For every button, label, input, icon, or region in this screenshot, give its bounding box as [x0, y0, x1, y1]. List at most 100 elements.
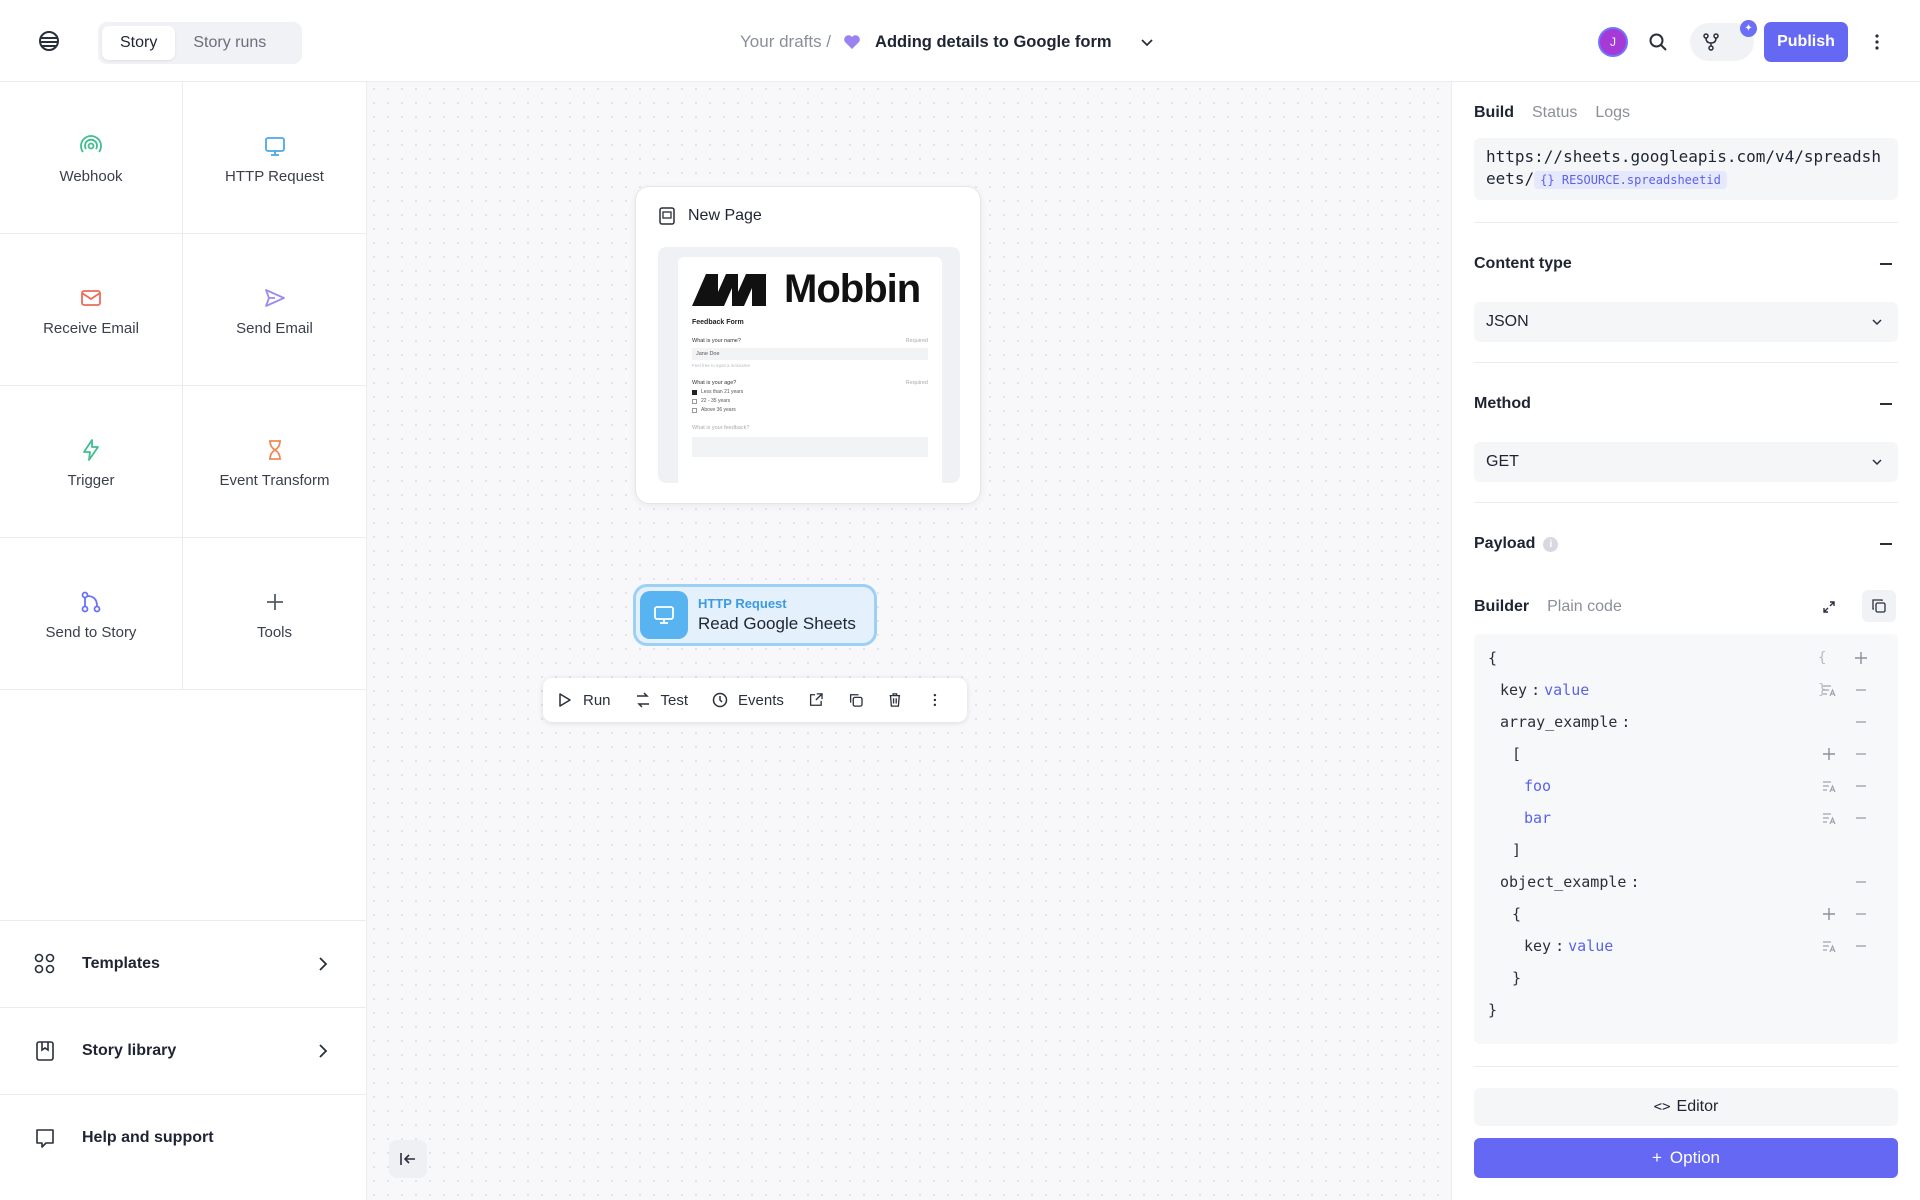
- action-node-http-request[interactable]: HTTP Request Read Google Sheets: [633, 584, 877, 646]
- add-icon[interactable]: [1820, 738, 1838, 770]
- action-http-request[interactable]: HTTP Request: [183, 82, 366, 234]
- branch-icon: [81, 591, 101, 613]
- chat-icon: [36, 1129, 54, 1148]
- export-icon[interactable]: [808, 691, 824, 709]
- tab-story[interactable]: Story: [102, 26, 176, 60]
- payload-section[interactable]: Payload i: [1474, 534, 1898, 554]
- test-label: Test: [660, 691, 689, 709]
- story-title[interactable]: Adding details to Google form: [875, 33, 1112, 52]
- tab-logs[interactable]: Logs: [1595, 104, 1630, 122]
- trash-icon[interactable]: [887, 691, 903, 709]
- tab-status[interactable]: Status: [1532, 104, 1577, 122]
- url-field[interactable]: https://sheets.googleapis.com/v4/spreads…: [1474, 138, 1898, 200]
- add-option-button[interactable]: + Option: [1474, 1138, 1898, 1178]
- tab-build[interactable]: Build: [1474, 104, 1514, 122]
- payload-key: array_example: [1500, 713, 1618, 731]
- remove-icon[interactable]: [1852, 674, 1870, 706]
- breadcrumb: Your drafts / Adding details to Google f…: [740, 30, 1154, 54]
- expand-icon[interactable]: [1822, 600, 1836, 614]
- version-button[interactable]: ✦: [1690, 20, 1757, 61]
- code-line[interactable]: bar: [1474, 802, 1898, 834]
- action-receive-email[interactable]: Receive Email: [0, 234, 183, 386]
- code-line: }: [1512, 969, 1522, 987]
- form-question: What is your feedback?: [692, 425, 928, 431]
- mobbin-logo-icon: [692, 274, 766, 306]
- tab-story-runs[interactable]: Story runs: [175, 26, 284, 60]
- editor-button[interactable]: <> Editor: [1474, 1088, 1898, 1126]
- code-line[interactable]: key: value: [1474, 674, 1898, 706]
- brand-logo: Mobbin: [692, 267, 928, 311]
- action-send-to-story[interactable]: Send to Story: [0, 538, 183, 690]
- collapse-icon[interactable]: [1880, 543, 1892, 545]
- remove-icon[interactable]: [1852, 770, 1870, 802]
- app-logo-icon[interactable]: [38, 30, 60, 52]
- collapse-sidebar-button[interactable]: [389, 1140, 427, 1178]
- formula-tag[interactable]: {} RESOURCE.spreadsheetid: [1534, 170, 1727, 189]
- content-type-select[interactable]: JSON: [1474, 302, 1898, 342]
- add-icon[interactable]: [1820, 898, 1838, 930]
- clock-icon: [712, 692, 728, 708]
- grid-icon: [34, 953, 55, 974]
- method-section[interactable]: Method: [1474, 394, 1898, 414]
- page-card[interactable]: New Page Mobbin Feedback Form What is yo…: [635, 186, 981, 504]
- action-label: Tools: [256, 624, 293, 641]
- code-line[interactable]: array_example:: [1474, 706, 1898, 738]
- avatar[interactable]: J: [1598, 27, 1628, 57]
- code-line[interactable]: key: value: [1474, 930, 1898, 962]
- action-webhook[interactable]: Webhook: [0, 82, 183, 234]
- text-format-icon[interactable]: [1820, 674, 1838, 706]
- story-canvas[interactable]: New Page Mobbin Feedback Form What is yo…: [367, 82, 1451, 1200]
- remove-icon[interactable]: [1852, 866, 1870, 898]
- chevron-down-icon[interactable]: [1140, 35, 1154, 49]
- action-label: Trigger: [67, 472, 115, 489]
- action-trigger[interactable]: Trigger: [0, 386, 183, 538]
- breadcrumb-root[interactable]: Your drafts /: [740, 32, 831, 52]
- events-label: Events: [738, 691, 784, 709]
- form-input: Jane Doe: [692, 348, 928, 360]
- payload-mode-tabs: Builder Plain code: [1474, 598, 1640, 616]
- method-select[interactable]: GET: [1474, 442, 1898, 482]
- action-tools[interactable]: Tools: [183, 538, 366, 690]
- collapse-icon[interactable]: [1880, 263, 1892, 265]
- search-icon[interactable]: [1648, 32, 1668, 52]
- publish-button[interactable]: Publish: [1764, 22, 1848, 62]
- nav-templates[interactable]: Templates: [0, 920, 366, 1007]
- divider: [1474, 1066, 1898, 1067]
- required-label: Required: [905, 338, 928, 344]
- braces-icon[interactable]: { }: [1818, 642, 1836, 698]
- events-button[interactable]: Events: [712, 692, 784, 709]
- remove-icon[interactable]: [1852, 706, 1870, 738]
- more-options-icon[interactable]: [927, 691, 943, 709]
- test-icon: [636, 692, 649, 708]
- content-type-section[interactable]: Content type: [1474, 254, 1898, 274]
- copy-button[interactable]: [1862, 590, 1896, 622]
- text-format-icon[interactable]: [1820, 770, 1838, 802]
- remove-icon[interactable]: [1852, 930, 1870, 962]
- section-label: Payload: [1474, 535, 1536, 552]
- info-icon[interactable]: i: [1543, 536, 1559, 552]
- collapse-icon[interactable]: [1880, 403, 1892, 405]
- remove-icon[interactable]: [1852, 738, 1870, 770]
- run-button[interactable]: Run: [557, 692, 611, 709]
- remove-icon[interactable]: [1852, 802, 1870, 834]
- code-line[interactable]: object_example:: [1474, 866, 1898, 898]
- collapse-left-icon: [400, 1153, 415, 1165]
- action-config-panel: Build Status Logs https://sheets.googlea…: [1451, 82, 1920, 1200]
- duplicate-icon[interactable]: [848, 691, 864, 709]
- nav-help-support[interactable]: Help and support: [0, 1094, 366, 1181]
- remove-icon[interactable]: [1852, 898, 1870, 930]
- more-options-icon[interactable]: [1872, 32, 1882, 52]
- nav-story-library[interactable]: Story library: [0, 1007, 366, 1094]
- tab-builder[interactable]: Builder: [1474, 598, 1529, 616]
- test-button[interactable]: Test: [635, 691, 689, 709]
- add-icon[interactable]: [1852, 642, 1870, 674]
- heart-icon: [844, 35, 860, 49]
- action-event-transform[interactable]: Event Transform: [183, 386, 366, 538]
- page-card-header: New Page: [658, 207, 762, 225]
- tab-plain-code[interactable]: Plain code: [1547, 598, 1622, 616]
- text-format-icon[interactable]: [1820, 930, 1838, 962]
- text-format-icon[interactable]: [1820, 802, 1838, 834]
- chevron-right-icon: [319, 1044, 328, 1058]
- code-line[interactable]: foo: [1474, 770, 1898, 802]
- action-send-email[interactable]: Send Email: [183, 234, 366, 386]
